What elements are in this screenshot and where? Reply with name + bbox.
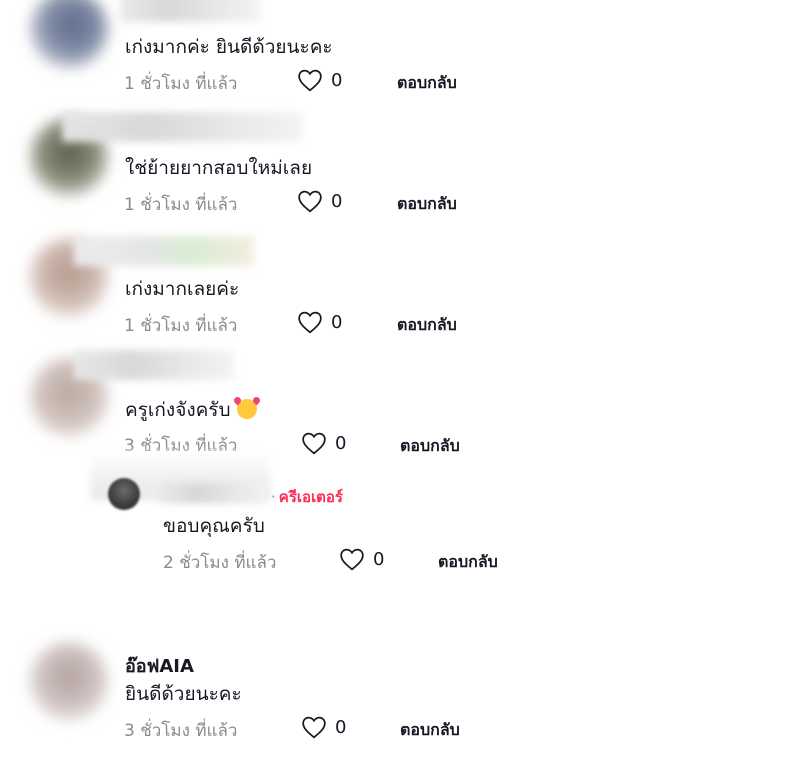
comment-text: ยินดีด้วยนะคะ [125,683,242,705]
comment-time: 1 ชั่วโมง ที่แล้ว [124,74,238,94]
comment-text-value: ครูเก่งจังครับ [125,399,231,421]
comment-text: ใช่ย้ายยากสอบใหม่เลย [125,157,313,179]
reply-button[interactable]: ตอบกลับ [438,550,498,575]
heart-outline-icon [302,432,326,455]
reply-text: ขอบคุณครับ [163,515,265,537]
like-count: 0 [335,716,347,738]
heart-outline-icon [302,716,326,739]
avatar[interactable] [30,642,108,720]
like-count: 0 [331,190,343,212]
like-button[interactable]: 0 [301,431,346,455]
author-name-blurred[interactable] [120,0,260,22]
like-button[interactable]: 0 [297,189,342,213]
like-count: 0 [373,548,385,570]
like-button[interactable]: 0 [339,547,384,571]
smiling-face-with-hearts-icon [236,399,257,419]
reply-author-handle-blurred[interactable] [160,483,268,503]
comment-time: 1 ชั่วโมง ที่แล้ว [124,195,238,215]
avatar[interactable] [108,478,140,510]
reply-button[interactable]: ตอบกลับ [400,718,460,743]
comment-text: เก่งมากค่ะ ยินดีด้วยนะคะ [125,36,333,58]
reply-button[interactable]: ตอบกลับ [400,434,460,459]
separator-dot: · [271,488,276,506]
like-count: 0 [335,432,347,454]
reply-time: 2 ชั่วโมง ที่แล้ว [163,553,277,573]
avatar[interactable] [30,0,108,68]
heart-outline-icon [298,311,322,334]
author-name-blurred[interactable] [62,112,302,142]
reply-button[interactable]: ตอบกลับ [397,192,457,217]
comment-time: 3 ชั่วโมง ที่แล้ว [124,721,238,741]
comment-time: 1 ชั่วโมง ที่แล้ว [124,316,238,336]
creator-tag-label: ครีเอเตอร์ [278,488,343,506]
like-count: 0 [331,311,343,333]
author-name-blurred[interactable] [74,236,254,266]
like-count: 0 [331,69,343,91]
reply-button[interactable]: ตอบกลับ [397,313,457,338]
like-button[interactable]: 0 [297,68,342,92]
creator-tag: · ครีเอเตอร์ [271,485,343,509]
heart-outline-icon [298,69,322,92]
like-button[interactable]: 0 [297,310,342,334]
comment-text: ครูเก่งจังครับ [125,395,257,425]
author-name[interactable]: อ๊อฟAIA [125,651,194,680]
heart-outline-icon [298,190,322,213]
heart-outline-icon [340,548,364,571]
author-name-blurred[interactable] [74,350,234,380]
like-button[interactable]: 0 [301,715,346,739]
reply-button[interactable]: ตอบกลับ [397,71,457,96]
comment-text: เก่งมากเลยค่ะ [125,278,240,300]
